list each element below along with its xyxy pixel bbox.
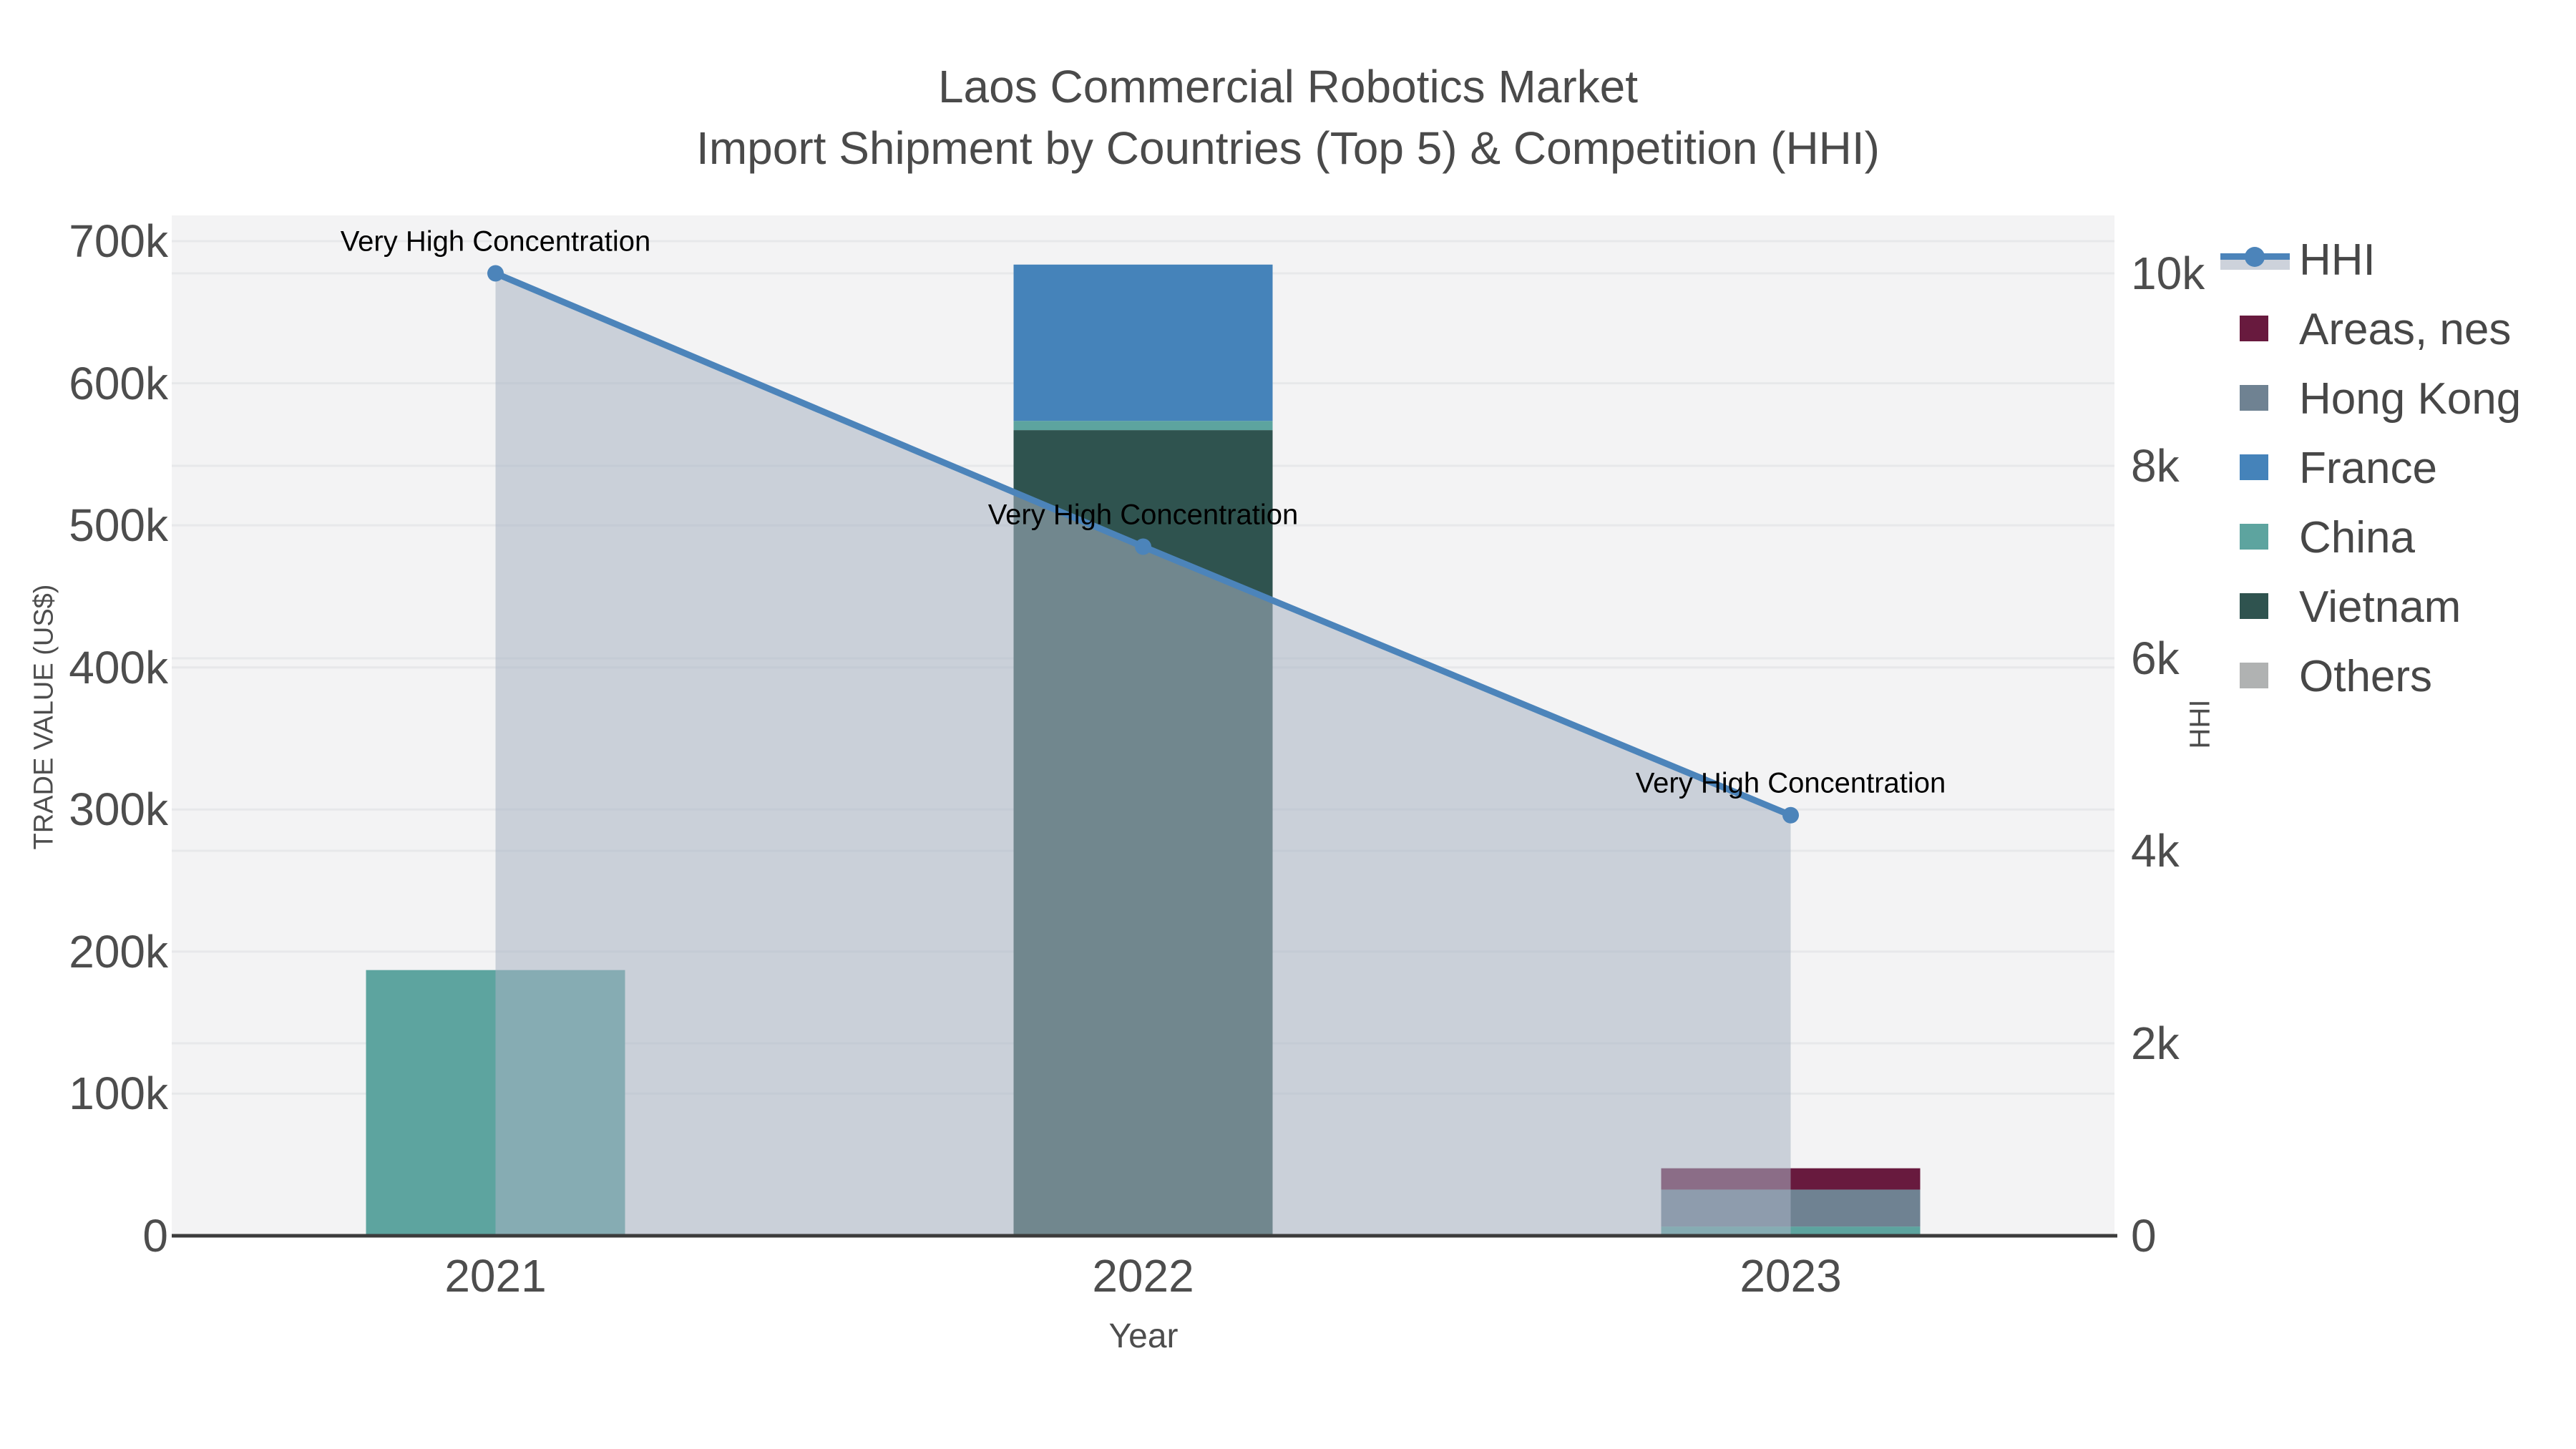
- legend-label: China: [2299, 513, 2415, 562]
- annotation-very-high-concentration: Very High Concentration: [987, 499, 1299, 531]
- y-right-tick-label: 8k: [2131, 440, 2180, 492]
- legend-item-hhi[interactable]: HHI: [2220, 230, 2571, 288]
- y-left-tick-label: 100k: [69, 1068, 168, 1120]
- x-tick-label: 2021: [444, 1250, 547, 1302]
- y-left-tick-label: 200k: [69, 925, 168, 977]
- legend-item-china[interactable]: China: [2220, 508, 2571, 565]
- legend-label: France: [2299, 444, 2437, 493]
- legend-item-vietnam[interactable]: Vietnam: [2220, 577, 2571, 635]
- hhi-marker: [1782, 806, 1799, 824]
- y-left-tick-label: 0: [142, 1210, 168, 1262]
- y-right-axis-title: HHI: [2184, 699, 2216, 749]
- legend-label: Others: [2299, 652, 2433, 701]
- hhi-legend-sample: [2220, 247, 2290, 270]
- legend-item-hong-kong[interactable]: Hong Kong: [2220, 369, 2571, 426]
- x-tick-label: 2022: [1092, 1250, 1194, 1302]
- y-left-axis-title: TRADE VALUE (US$): [29, 584, 59, 850]
- legend-item-others[interactable]: Others: [2220, 647, 2571, 704]
- legend-swatch: [2240, 385, 2268, 411]
- legend-swatch: [2240, 316, 2268, 341]
- y-right-tick-label: 10k: [2131, 248, 2205, 299]
- y-right-tick-label: 2k: [2131, 1018, 2180, 1069]
- y-right-tick-label: 4k: [2131, 825, 2180, 877]
- annotation-very-high-concentration: Very High Concentration: [1635, 767, 1946, 799]
- legend-label: Hong Kong: [2299, 374, 2522, 424]
- legend-label: Areas, nes: [2299, 305, 2512, 354]
- y-left-tick-label: 700k: [69, 215, 168, 267]
- y-left-tick-label: 600k: [69, 357, 168, 409]
- hhi-marker: [487, 265, 504, 282]
- y-right-tick-label: 0: [2131, 1210, 2157, 1262]
- x-tick-label: 2023: [1740, 1250, 1842, 1302]
- legend-swatch: [2240, 524, 2268, 550]
- legend-label: Vietnam: [2299, 582, 2462, 632]
- annotation-very-high-concentration: Very High Concentration: [340, 225, 651, 258]
- bar-segment-france: [1013, 264, 1273, 421]
- x-axis-title: Year: [1108, 1317, 1179, 1355]
- bar-segment-china: [1013, 421, 1273, 431]
- y-left-tick-label: 500k: [69, 499, 168, 552]
- legend-label: HHI: [2299, 235, 2376, 285]
- legend-swatch: [2240, 663, 2268, 688]
- hhi-marker: [1135, 538, 1151, 555]
- legend-item-france[interactable]: France: [2220, 439, 2571, 496]
- chart-figure: Laos Commercial Robotics Market Import S…: [0, 0, 2576, 1449]
- legend-swatch: [2240, 454, 2268, 480]
- legend-item-areas--nes[interactable]: Areas, nes: [2220, 300, 2571, 357]
- y-right-tick-label: 6k: [2131, 633, 2180, 684]
- legend-swatch: [2240, 593, 2268, 619]
